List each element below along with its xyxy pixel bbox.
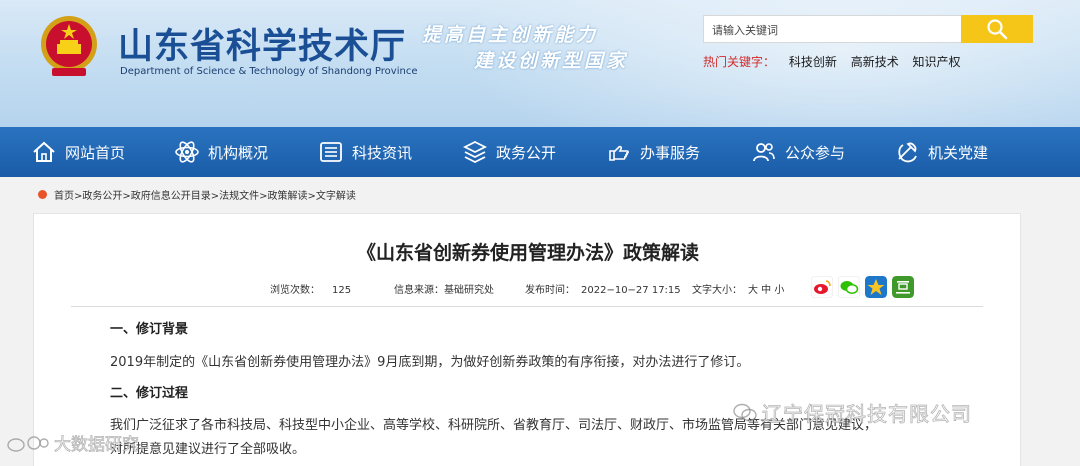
hot-keyword-link[interactable]: 知识产权 (913, 55, 961, 69)
search-icon (987, 19, 1008, 40)
watermark-left-text: 大数据研究 (54, 435, 140, 456)
home-icon (33, 141, 55, 162)
nav-item-label: 科技资讯 (352, 143, 413, 162)
hot-keywords-label: 热门关键字： (703, 55, 776, 69)
watermark-right-text: 辽宁保冠科技有限公司 (762, 402, 972, 427)
date-label: 发布时间： (525, 285, 575, 296)
slogan-line1: 提高自主创新能力 (422, 24, 599, 46)
nav-item-label: 机构概况 (208, 143, 269, 162)
qzone-icon[interactable] (865, 276, 887, 298)
section2-paragraph-cont: 对所提意见建议进行了全部吸收。 (110, 442, 306, 457)
hot-keyword-link[interactable]: 科技创新 (789, 55, 837, 69)
nav-item-about[interactable]: 机构概况 (174, 127, 268, 177)
source-value: 基础研究处 (444, 285, 494, 296)
meta-divider (71, 306, 983, 307)
share-bar (811, 276, 919, 298)
douban-icon[interactable] (892, 276, 914, 298)
slogan-line2: 建设创新型国家 (474, 50, 629, 72)
hot-keyword-link[interactable]: 高新技术 (851, 55, 899, 69)
nav-item-label: 机关党建 (928, 143, 989, 162)
site-subtitle: Department of Science & Technology of Sh… (120, 66, 418, 77)
main-nav: 网站首页 机构概况 科技资讯 政务公开 办事服务 公众参与 机关党建 (0, 127, 1080, 177)
wechat-icon[interactable] (838, 276, 860, 298)
nav-item-news[interactable]: 科技资讯 (318, 127, 412, 177)
nav-item-label: 政务公开 (496, 143, 557, 162)
section1-paragraph: 2019年制定的《山东省创新券使用管理办法》9月底到期，为做好创新券政策的有序衔… (110, 355, 750, 370)
nav-item-gov-open[interactable]: 政务公开 (462, 127, 556, 177)
search-button[interactable] (961, 15, 1033, 43)
nav-item-label: 网站首页 (65, 143, 126, 162)
site-header: 山东省科学技术厅 Department of Science & Technol… (0, 0, 1080, 127)
date-meta: 发布时间： 2022−10−27 17:15 (525, 281, 681, 296)
watermark-left: 大数据研究 (6, 430, 139, 455)
breadcrumb-text[interactable]: 首页>政务公开>政府信息公开目录>法规文件>政策解读>文字解读 (54, 187, 356, 202)
atom-icon (175, 141, 199, 163)
section2-heading: 二、修订过程 (110, 386, 189, 401)
views-meta: 浏览次数： 125 (270, 281, 351, 296)
watermark-right: 辽宁保冠科技有限公司 (732, 398, 972, 427)
party-icon (898, 142, 917, 163)
date-value: 2022−10−27 17:15 (581, 285, 681, 296)
hand-icon (609, 145, 629, 161)
fontsize-label: 文字大小： (692, 285, 742, 296)
weibo-watermark-icon (7, 435, 49, 452)
hot-keywords: 热门关键字： 科技创新 高新技术 知识产权 (703, 53, 971, 70)
wechat-watermark-icon (733, 403, 757, 421)
nav-item-party[interactable]: 机关党建 (894, 127, 988, 177)
search-input[interactable]: 请输入关键词 (703, 15, 961, 43)
views-label: 浏览次数： (270, 285, 320, 296)
fontsize-options[interactable]: 大 中 小 (748, 285, 784, 296)
nav-item-label: 办事服务 (640, 143, 701, 162)
people-icon (753, 143, 775, 162)
source-meta: 信息来源：基础研究处 (394, 281, 494, 296)
breadcrumb-dot-icon (38, 190, 47, 199)
layers-icon (462, 140, 488, 164)
section1-heading: 一、修订背景 (110, 322, 189, 337)
article-panel: 《山东省创新券使用管理办法》政策解读 浏览次数： 125 信息来源：基础研究处 发… (33, 213, 1021, 466)
nav-item-services[interactable]: 办事服务 (606, 127, 700, 177)
breadcrumb: 首页>政务公开>政府信息公开目录>法规文件>政策解读>文字解读 (38, 187, 356, 202)
nav-item-label: 公众参与 (785, 143, 846, 162)
views-count: 125 (332, 285, 352, 296)
site-title: 山东省科学技术厅 (118, 26, 407, 67)
news-icon (320, 142, 342, 162)
nav-item-participation[interactable]: 公众参与 (751, 127, 845, 177)
source-label: 信息来源： (394, 285, 444, 296)
article-title: 《山东省创新券使用管理办法》政策解读 (356, 242, 699, 264)
weibo-icon[interactable] (811, 276, 833, 298)
national-emblem-icon (41, 16, 97, 76)
nav-item-home[interactable]: 网站首页 (31, 127, 125, 177)
fontsize-meta: 文字大小： 大 中 小 (692, 281, 784, 296)
